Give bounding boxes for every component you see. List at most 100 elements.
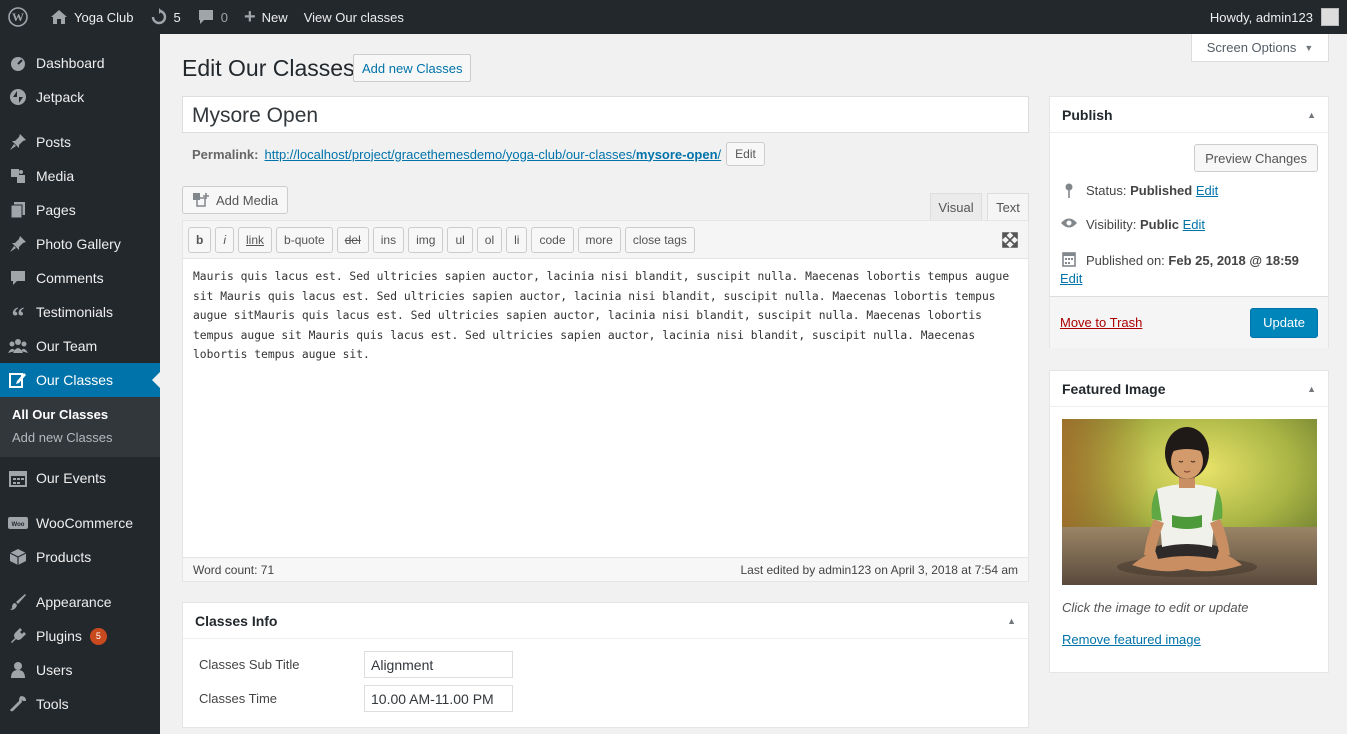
sidebar-item-jetpack[interactable]: Jetpack xyxy=(0,80,160,114)
tab-visual[interactable]: Visual xyxy=(930,193,982,221)
submenu-add-new-classes[interactable]: Add new Classes xyxy=(0,426,160,449)
permalink-link[interactable]: http://localhost/project/gracethemesdemo… xyxy=(264,147,721,162)
sidebar-item-products[interactable]: Products xyxy=(0,540,160,574)
sidebar-item-label: Our Classes xyxy=(36,372,114,388)
qt-more-button[interactable]: more xyxy=(577,226,621,253)
refresh-icon xyxy=(150,8,168,26)
admin-bar: W Yoga Club 5 0 + New View Our classes H… xyxy=(0,0,1347,34)
add-media-button[interactable]: Add Media xyxy=(182,186,289,214)
qt-code-button[interactable]: code xyxy=(531,226,574,253)
sidebar-item-appearance[interactable]: Appearance xyxy=(0,585,160,619)
update-button[interactable]: Update xyxy=(1250,307,1318,338)
sidebar-item-tools[interactable]: Tools xyxy=(0,687,160,721)
permalink-edit-button[interactable]: Edit xyxy=(726,142,765,166)
classes-time-input[interactable]: 10.00 AM-11.00 PM xyxy=(364,684,513,712)
fullscreen-icon[interactable] xyxy=(1002,231,1018,248)
classes-info-box: Classes Info ▲ Classes Sub Title Alignme… xyxy=(182,602,1029,728)
move-to-trash-link[interactable]: Move to Trash xyxy=(1060,315,1142,330)
permalink-label: Permalink: xyxy=(192,146,259,162)
updates-link[interactable]: 5 xyxy=(142,0,189,34)
wrench-icon xyxy=(8,694,28,714)
screen-options-button[interactable]: Screen Options ▼ xyxy=(1191,34,1329,62)
team-icon xyxy=(8,336,28,356)
svg-text:W: W xyxy=(12,10,24,24)
site-name-link[interactable]: Yoga Club xyxy=(42,0,142,34)
sidebar-item-label: WooCommerce xyxy=(36,515,133,531)
status-edit-link[interactable]: Edit xyxy=(1196,183,1218,198)
status-label: Status: xyxy=(1086,183,1127,198)
sidebar-item-label: Plugins xyxy=(36,628,82,644)
qt-ul-button[interactable]: ul xyxy=(447,226,473,253)
sidebar-item-media[interactable]: Media xyxy=(0,159,160,193)
sidebar-item-our-team[interactable]: Our Team xyxy=(0,329,160,363)
qt-close-tags-button[interactable]: close tags xyxy=(624,226,695,253)
calendar-icon xyxy=(1060,251,1078,267)
tab-text[interactable]: Text xyxy=(987,193,1029,221)
featured-image-thumbnail[interactable] xyxy=(1062,419,1317,585)
comments-link[interactable]: 0 xyxy=(189,0,236,34)
qt-italic-button[interactable]: i xyxy=(215,226,235,253)
published-on-edit-link[interactable]: Edit xyxy=(1060,271,1082,286)
classes-info-header[interactable]: Classes Info ▲ xyxy=(183,603,1028,639)
brush-icon xyxy=(8,592,28,612)
sidebar-item-label: Jetpack xyxy=(36,89,85,105)
view-classes-link[interactable]: View Our classes xyxy=(296,0,412,34)
avatar xyxy=(1321,8,1339,26)
sidebar-item-label: Pages xyxy=(36,202,76,218)
remove-featured-image-link[interactable]: Remove featured image xyxy=(1062,632,1201,647)
visibility-edit-link[interactable]: Edit xyxy=(1183,217,1205,232)
sidebar-item-our-classes[interactable]: Our Classes xyxy=(0,363,160,397)
sidebar-item-comments[interactable]: Comments xyxy=(0,261,160,295)
sidebar-item-plugins[interactable]: Plugins 5 xyxy=(0,619,160,653)
last-edited: Last edited by admin123 on April 3, 2018… xyxy=(740,562,1018,577)
wp-logo-button[interactable]: W xyxy=(0,0,42,34)
submenu-all-our-classes[interactable]: All Our Classes xyxy=(0,403,160,426)
sidebar-item-woocommerce[interactable]: Woo WooCommerce xyxy=(0,506,160,540)
content-editor: b i link b-quote del ins img ul ol li co… xyxy=(182,220,1029,582)
qt-ol-button[interactable]: ol xyxy=(476,226,503,253)
featured-image-help: Click the image to edit or update xyxy=(1062,600,1249,615)
preview-changes-button[interactable]: Preview Changes xyxy=(1194,144,1318,172)
screen-options-label: Screen Options xyxy=(1206,40,1297,55)
qt-blockquote-button[interactable]: b-quote xyxy=(276,226,333,253)
sidebar-item-pages[interactable]: Pages xyxy=(0,193,160,227)
sidebar-item-label: Appearance xyxy=(36,594,112,610)
classes-sub-title-input[interactable]: Alignment xyxy=(364,650,513,678)
classes-time-row: Classes Time 10.00 AM-11.00 PM xyxy=(183,681,1028,715)
visibility-label: Visibility: xyxy=(1086,217,1137,232)
plug-icon xyxy=(8,626,28,646)
qt-img-button[interactable]: img xyxy=(408,226,444,253)
classes-sub-title-row: Classes Sub Title Alignment xyxy=(183,647,1028,681)
caret-down-icon: ▼ xyxy=(1304,42,1314,53)
my-account-link[interactable]: Howdy, admin123 xyxy=(1202,0,1347,34)
classes-sub-title-label: Classes Sub Title xyxy=(199,656,300,672)
content-textarea[interactable]: Mauris quis lacus est. Sed ultricies sap… xyxy=(183,259,1028,557)
sidebar-item-label: Products xyxy=(36,549,92,565)
qt-ins-button[interactable]: ins xyxy=(372,226,405,253)
permalink-slug: mysore-open xyxy=(635,146,718,162)
new-content-link[interactable]: + New xyxy=(236,0,296,34)
admin-sidebar: Dashboard Jetpack Posts Media Pages Phot… xyxy=(0,34,160,734)
sidebar-item-posts[interactable]: Posts xyxy=(0,125,160,159)
sidebar-item-label: Tools xyxy=(36,696,69,712)
post-title-input[interactable]: Mysore Open xyxy=(182,96,1029,133)
qt-del-button[interactable]: del xyxy=(336,226,369,253)
sidebar-item-dashboard[interactable]: Dashboard xyxy=(0,46,160,80)
word-count: Word count: 71 xyxy=(193,562,275,577)
our-classes-submenu: All Our Classes Add new Classes xyxy=(0,397,160,457)
publish-header[interactable]: Publish ▲ xyxy=(1050,97,1328,133)
qt-bold-button[interactable]: b xyxy=(188,226,212,253)
add-media-icon xyxy=(192,192,210,208)
sidebar-item-label: Testimonials xyxy=(36,304,114,320)
caret-up-icon[interactable]: ▲ xyxy=(1307,384,1316,394)
caret-up-icon[interactable]: ▲ xyxy=(1007,616,1016,626)
sidebar-item-our-events[interactable]: Our Events xyxy=(0,461,160,495)
qt-li-button[interactable]: li xyxy=(506,226,528,253)
qt-link-button[interactable]: link xyxy=(238,226,273,253)
caret-up-icon[interactable]: ▲ xyxy=(1307,110,1316,120)
sidebar-item-users[interactable]: Users xyxy=(0,653,160,687)
add-new-button[interactable]: Add new Classes xyxy=(353,54,472,82)
featured-image-header[interactable]: Featured Image ▲ xyxy=(1050,371,1328,407)
sidebar-item-testimonials[interactable]: “ Testimonials xyxy=(0,295,160,330)
sidebar-item-photo-gallery[interactable]: Photo Gallery xyxy=(0,227,160,261)
